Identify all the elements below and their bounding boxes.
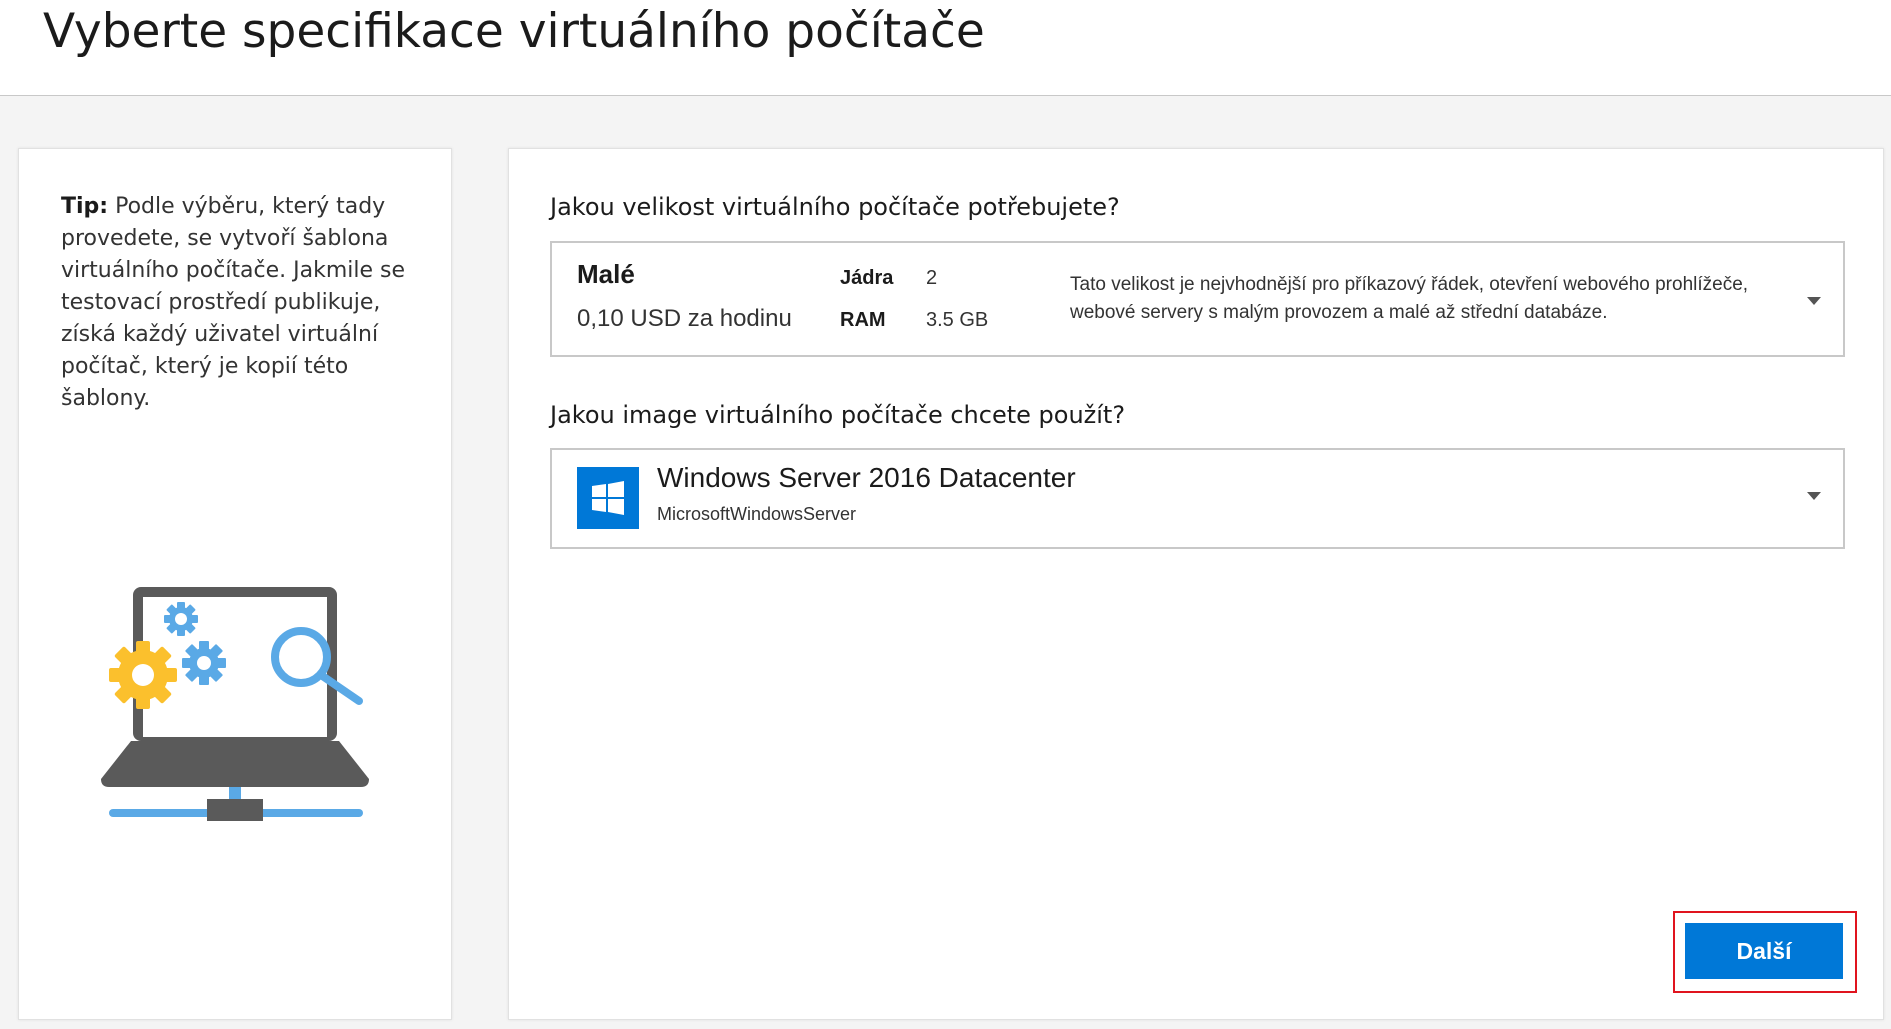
page-header: Vyberte specifikace virtuálního počítače: [0, 0, 1891, 96]
image-publisher: MicrosoftWindowsServer: [657, 504, 857, 524]
size-question: Jakou velikost virtuálního počítače potř…: [550, 193, 1120, 221]
chevron-down-icon: [1807, 492, 1821, 500]
vm-image-dropdown[interactable]: Windows Server 2016 Datacenter Microsoft…: [550, 448, 1845, 549]
gear-icon-small-top: [164, 602, 198, 636]
tip-panel: Tip: Podle výběru, který tady provedete,…: [18, 148, 452, 1020]
tip-text: Tip: Podle výběru, který tady provedete,…: [61, 191, 421, 415]
gear-icon-large: [109, 641, 177, 709]
gear-icon-small-bottom: [182, 641, 226, 685]
next-button[interactable]: Další: [1685, 923, 1843, 979]
size-name: Malé: [577, 259, 635, 289]
ram-value: 3.5 GB: [926, 309, 989, 331]
image-name: Windows Server 2016 Datacenter: [657, 462, 1076, 493]
cores-value: 2: [926, 267, 938, 289]
windows-logo-icon: [577, 467, 639, 529]
size-description: Tato velikost je nejvhodnější pro příkaz…: [1070, 274, 1749, 323]
ram-label: RAM: [840, 309, 886, 331]
size-price: 0,10 USD za hodinu: [577, 305, 792, 332]
tip-label: Tip:: [61, 194, 109, 219]
tip-body: Podle výběru, který tady provedete, se v…: [61, 194, 406, 411]
cores-label: Jádra: [840, 267, 894, 289]
image-question: Jakou image virtuálního počítače chcete …: [550, 401, 1126, 429]
main-panel: Jakou velikost virtuálního počítače potř…: [508, 148, 1884, 1020]
page-title: Vyberte specifikace virtuálního počítače: [43, 4, 985, 59]
vm-size-dropdown[interactable]: Malé 0,10 USD za hodinu Jádra 2 RAM 3.5 …: [550, 241, 1845, 357]
vm-illustration: [101, 587, 369, 821]
chevron-down-icon: [1807, 297, 1821, 305]
